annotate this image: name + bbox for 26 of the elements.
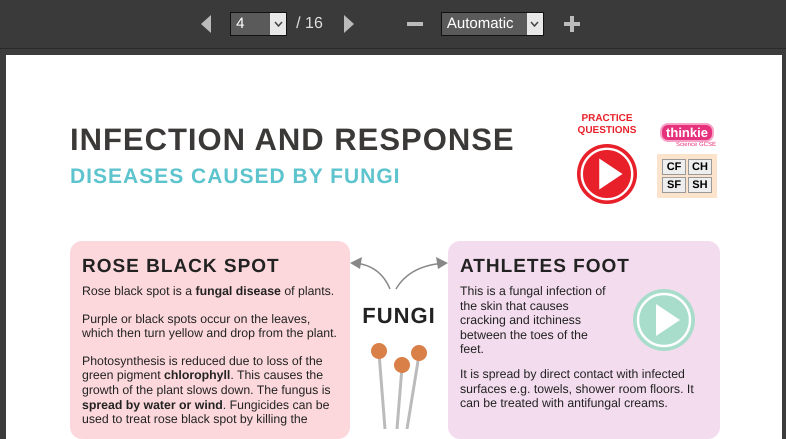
card-paragraph: Purple or black spots occur on the leaves, which then turn yellow and drop from the plant.	[82, 312, 338, 341]
fungi-label: FUNGI	[362, 303, 436, 329]
card-paragraph: This is a fungal infection of the skin that causes cracking and itchiness between the toes of the feet.	[460, 284, 607, 357]
play-icon[interactable]	[576, 143, 638, 205]
caret-icon	[274, 21, 283, 27]
logo: thinkie	[660, 123, 714, 142]
tier-button[interactable]: CH	[688, 159, 712, 175]
zoom-out-icon[interactable]	[406, 22, 423, 26]
card-paragraph: Rose black spot is a fungal disease of plants.	[82, 284, 336, 299]
card-heading: ROSE BLACK SPOT	[82, 256, 281, 278]
tier-button[interactable]: SH	[688, 177, 712, 193]
card-heading: ATHLETES FOOT	[460, 256, 631, 278]
tier-button[interactable]: SF	[662, 177, 686, 193]
page-count: / 16	[296, 15, 323, 33]
card-paragraph: It is spread by direct contact with infected surfaces e.g. towels, shower room floors. It can be treated with antifungal creams.	[460, 366, 695, 411]
tier-button[interactable]: CF	[662, 159, 686, 175]
caret-icon	[530, 21, 540, 27]
zoom-select[interactable]: Automatic	[440, 12, 544, 36]
next-page-icon[interactable]	[342, 15, 355, 33]
card-paragraph: Photosynthesis is reduced due to loss of the green pigment chlorophyll. This causes the growth of the plant slows down. The fungus is spread by water or wind. Fungicides can be used to treat rose black spot by killing the	[82, 354, 332, 427]
page-number-field[interactable]: 4	[230, 12, 288, 36]
zoom-in-icon[interactable]	[564, 16, 580, 32]
page-subtitle: DISEASES CAUSED BY FUNGI	[70, 165, 402, 189]
previous-page-icon[interactable]	[200, 15, 212, 33]
page-title: INFECTION AND RESPONSE	[70, 121, 515, 159]
practice-questions-label: PRACTICE QUESTIONS	[576, 113, 638, 137]
